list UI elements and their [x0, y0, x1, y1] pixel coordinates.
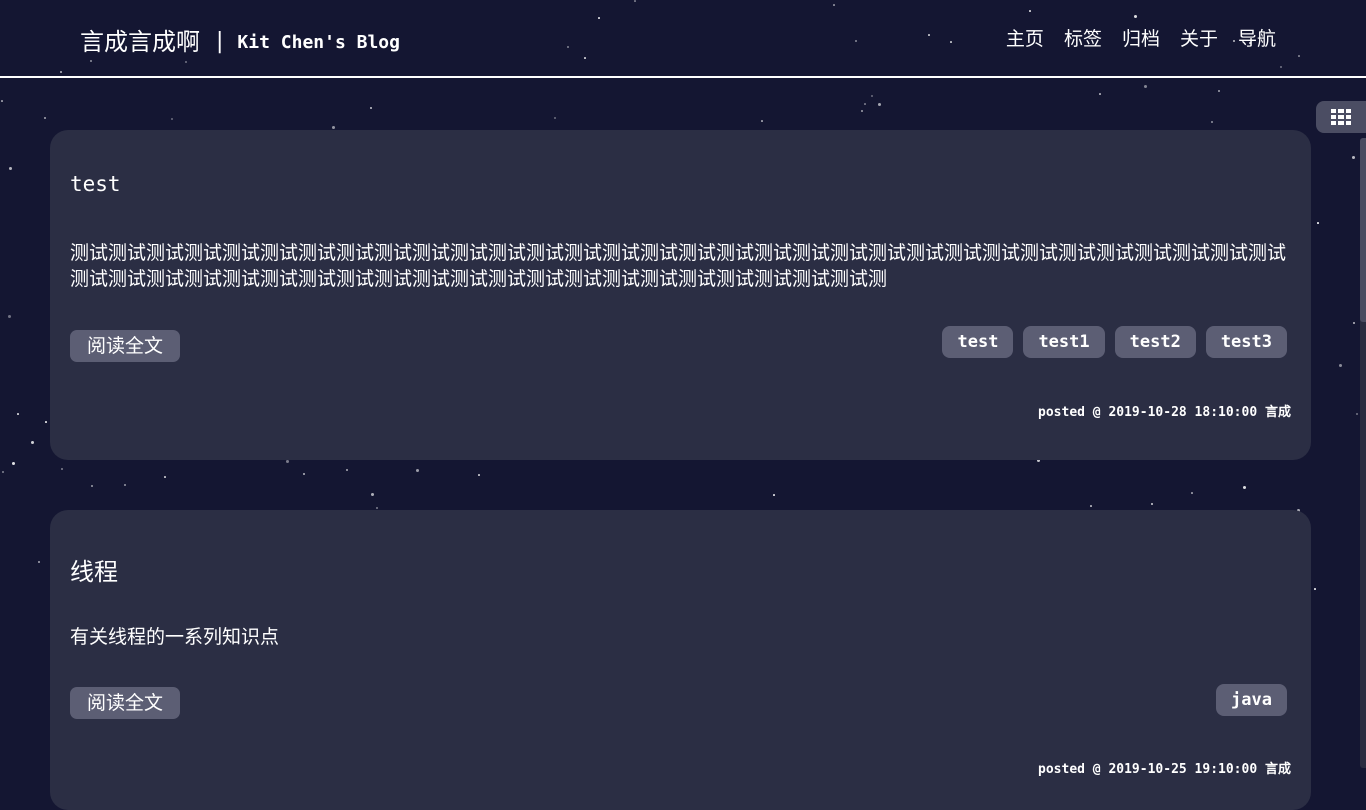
star [416, 469, 419, 472]
star [1099, 93, 1101, 95]
star [878, 103, 881, 106]
tag[interactable]: java [1216, 684, 1287, 716]
brand[interactable]: 言成言成啊 | Kit Chen's Blog [80, 24, 400, 59]
star [1339, 364, 1342, 367]
star [1218, 90, 1220, 92]
post-title[interactable]: test [70, 172, 121, 196]
tag[interactable]: test2 [1114, 326, 1196, 358]
star [38, 561, 40, 563]
star [31, 441, 34, 444]
tag[interactable]: test3 [1205, 326, 1287, 358]
star [1211, 121, 1213, 123]
star [1144, 85, 1147, 88]
star [370, 107, 372, 109]
main-nav: 主页 标签 归档 关于 导航 [986, 26, 1276, 52]
star [17, 413, 19, 415]
brand-subtitle[interactable]: Kit Chen's Blog [237, 27, 400, 59]
scrollbar-thumb[interactable] [1360, 138, 1366, 322]
star [91, 485, 93, 487]
star [1243, 486, 1246, 489]
star [1151, 503, 1153, 505]
star [1356, 413, 1358, 415]
post-excerpt: 有关线程的一系列知识点 [70, 626, 280, 648]
post-card: test 测试测试测试测试测试测试测试测试测试测试测试测试测试测试测试测试测试测… [50, 130, 1311, 460]
star [9, 167, 12, 170]
star [371, 493, 374, 496]
star [124, 484, 126, 486]
star [478, 474, 480, 476]
star [1191, 492, 1193, 494]
grid-icon [1331, 109, 1351, 125]
grid-menu-button[interactable] [1316, 101, 1366, 133]
brand-name[interactable]: 言成言成啊 [80, 26, 200, 58]
star [12, 462, 15, 465]
star [761, 120, 763, 122]
nav-about[interactable]: 关于 [1180, 26, 1218, 52]
tag[interactable]: test [942, 326, 1014, 358]
star [2, 471, 4, 473]
tag-list: java [1206, 684, 1287, 716]
star [45, 421, 47, 423]
tag[interactable]: test1 [1023, 326, 1105, 358]
star [554, 117, 556, 119]
star [1353, 322, 1355, 324]
post-excerpt: 测试测试测试测试测试测试测试测试测试测试测试测试测试测试测试测试测试测试测试测试… [70, 242, 1287, 290]
star [1314, 588, 1316, 590]
star [303, 473, 305, 475]
star [332, 126, 335, 129]
star [773, 494, 775, 496]
nav-home[interactable]: 主页 [1006, 26, 1044, 52]
post-meta: posted @ 2019-10-28 18:10:00 言成 [1038, 405, 1291, 420]
star [871, 95, 873, 97]
nav-navigation[interactable]: 导航 [1238, 26, 1276, 52]
star [61, 468, 63, 470]
star [1317, 222, 1319, 224]
post-card: 线程 有关线程的一系列知识点 阅读全文 java posted @ 2019-1… [50, 510, 1311, 810]
star [44, 117, 46, 119]
read-more-button[interactable]: 阅读全文 [70, 687, 180, 719]
nav-archive[interactable]: 归档 [1122, 26, 1160, 52]
post-title[interactable]: 线程 [70, 552, 118, 587]
star [346, 469, 348, 471]
site-header: 言成言成啊 | Kit Chen's Blog 主页 标签 归档 关于 导航 [0, 0, 1366, 78]
star [286, 460, 289, 463]
star [1, 100, 3, 102]
star [8, 315, 11, 318]
star [171, 118, 173, 120]
star [376, 507, 378, 509]
brand-separator: | [216, 28, 224, 54]
tag-list: test test1 test2 test3 [932, 326, 1287, 358]
star [861, 110, 863, 112]
star [1090, 505, 1092, 507]
star [864, 103, 866, 105]
star [1352, 156, 1355, 159]
star [164, 476, 166, 478]
read-more-button[interactable]: 阅读全文 [70, 330, 180, 362]
nav-tags[interactable]: 标签 [1064, 26, 1102, 52]
